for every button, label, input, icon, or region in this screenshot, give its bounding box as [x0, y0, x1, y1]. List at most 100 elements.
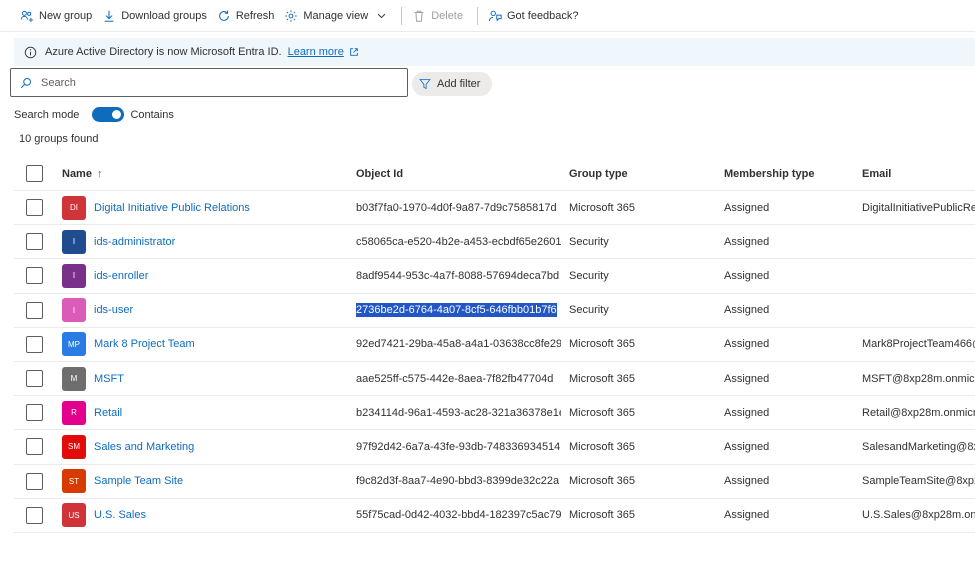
membership-type-cell: Assigned — [724, 372, 770, 385]
membership-type-cell: Assigned — [724, 440, 770, 453]
row-checkbox[interactable] — [26, 472, 43, 490]
group-type-cell: Microsoft 365 — [569, 372, 636, 385]
group-name-link[interactable]: Retail — [94, 407, 122, 419]
group-avatar: US — [62, 503, 86, 528]
learn-more-link[interactable]: Learn more — [288, 46, 344, 58]
new-group-button[interactable]: New group — [18, 4, 98, 28]
select-all-cell — [26, 157, 44, 190]
download-groups-label: Download groups — [121, 9, 207, 22]
group-name-link[interactable]: ids-user — [94, 304, 133, 316]
add-filter-button[interactable]: Add filter — [412, 72, 492, 96]
column-header-email[interactable]: Email — [862, 157, 975, 190]
object-id-text: 92ed7421-29ba-45a8-a4a1-03638cc8fe29 — [356, 338, 561, 351]
group-name-link[interactable]: MSFT — [94, 373, 124, 385]
table-row[interactable]: US U.S. Sales 55f75cad-0d42-4032-bbd4-1823… — [14, 499, 975, 533]
refresh-label: Refresh — [235, 9, 275, 22]
table-row[interactable]: Iids-enroller 8adf9544-953c-4a7f-8088-576… — [14, 259, 975, 294]
email-cell: U.S.Sales@8xp28m.onmic — [862, 509, 975, 522]
table-row[interactable]: MP Mark 8 Project Team 92ed7421-29ba-45a8-… — [14, 328, 975, 362]
object-id-text: f9c82d3f-8aa7-4e90-bbd3-8399de32c22a — [356, 475, 560, 488]
group-type-cell: Microsoft 365 — [569, 406, 636, 419]
table-row[interactable]: DI Digital Initiative Public Relations b03… — [14, 191, 975, 226]
column-header-name[interactable]: Name ↑ — [62, 157, 352, 190]
toolbar-divider — [401, 6, 403, 25]
table-row[interactable]: Iids-administrator c58065ca-e520-4b2e-a45… — [14, 225, 975, 260]
refresh-button[interactable]: Refresh — [215, 4, 281, 28]
select-all-checkbox[interactable] — [26, 165, 43, 182]
command-bar: New group Download groups Refresh Manage… — [0, 0, 975, 32]
row-checkbox[interactable] — [26, 335, 43, 353]
group-name-cell: US U.S. Sales — [62, 499, 352, 532]
table-row[interactable]: Iids-user 2736be2d-6764-4a07-8cf5-646fbb0… — [14, 294, 975, 328]
search-icon — [20, 77, 31, 88]
row-select-cell — [26, 259, 44, 292]
group-name-cell: DI Digital Initiative Public Relations — [62, 191, 352, 224]
object-id-text: 97f92d42-6a7a-43fe-93db-748336934514 — [356, 440, 561, 453]
row-checkbox[interactable] — [26, 267, 43, 285]
row-checkbox[interactable] — [26, 233, 43, 251]
object-id-cell: 97f92d42-6a7a-43fe-93db-748336934514 — [356, 430, 561, 463]
group-avatar: ST — [62, 469, 86, 494]
email-cell: SampleTeamSite@8xp28m — [862, 475, 975, 488]
table-row[interactable]: SM Sales and Marketing 97f92d42-6a7a-43fe-… — [14, 430, 975, 465]
object-id-cell: 92ed7421-29ba-45a8-a4a1-03638cc8fe29 — [356, 328, 561, 361]
table-row[interactable]: ST Sample Team Site f9c82d3f-8aa7-4e90-bbd… — [14, 465, 975, 499]
group-name-link[interactable]: Sales and Marketing — [94, 441, 194, 453]
group-name-link[interactable]: ids-administrator — [94, 236, 175, 248]
group-name-link[interactable]: Sample Team Site — [94, 475, 183, 487]
group-type-cell: Microsoft 365 — [569, 475, 636, 488]
table-row[interactable]: R Retail b234114d-96a1-4593-ac28-321a36378… — [14, 396, 975, 431]
email-cell: Retail@8xp28m.onmicros — [862, 406, 975, 419]
row-select-cell — [26, 396, 44, 429]
download-icon — [104, 10, 114, 22]
feedback-person-icon — [488, 10, 502, 22]
gear-icon — [285, 9, 298, 22]
search-input[interactable] — [41, 76, 381, 89]
row-checkbox[interactable] — [26, 199, 43, 217]
search-box[interactable] — [10, 68, 408, 97]
membership-type-cell: Assigned — [724, 475, 770, 488]
object-id-text: b03f7fa0-1970-4d0f-9a87-7d9c7585817d — [356, 201, 557, 214]
group-avatar: I — [62, 298, 86, 323]
group-name-link[interactable]: Mark 8 Project Team — [94, 338, 195, 350]
group-avatar: I — [62, 263, 86, 288]
delete-label: Delete — [431, 9, 463, 22]
object-id-cell: b03f7fa0-1970-4d0f-9a87-7d9c7585817d — [356, 191, 561, 224]
row-checkbox[interactable] — [26, 370, 43, 388]
download-groups-button[interactable]: Download groups — [100, 4, 213, 28]
trash-icon — [414, 10, 424, 22]
row-checkbox[interactable] — [26, 301, 43, 319]
column-header-membership-type[interactable]: Membership type — [724, 157, 854, 190]
row-select-cell — [26, 294, 44, 327]
group-name-link[interactable]: U.S. Sales — [94, 509, 146, 521]
group-name-cell: SM Sales and Marketing — [62, 430, 352, 463]
group-avatar: SM — [62, 434, 86, 459]
search-mode-toggle[interactable] — [92, 107, 125, 122]
manage-view-button[interactable]: Manage view — [282, 4, 393, 28]
membership-type-cell: Assigned — [724, 269, 770, 282]
table-row[interactable]: M MSFT aae525ff-c575-442e-8aea-7f82fb47704… — [14, 362, 975, 397]
feedback-button[interactable]: Got feedback? — [486, 4, 585, 28]
email-cell: DigitalInitiativePublicRela — [862, 201, 975, 214]
chevron-down-icon — [377, 13, 386, 19]
column-header-group-type[interactable]: Group type — [569, 157, 719, 190]
row-checkbox[interactable] — [26, 438, 43, 456]
group-type-cell: Security — [569, 269, 609, 282]
external-link-icon[interactable] — [349, 47, 359, 57]
row-checkbox[interactable] — [26, 404, 43, 422]
object-id-cell: 8adf9544-953c-4a7f-8088-57694deca7bd — [356, 259, 561, 292]
row-select-cell — [26, 465, 44, 498]
group-type-cell: Security — [569, 304, 609, 317]
group-name-cell: M MSFT — [62, 362, 352, 395]
column-header-object-id[interactable]: Object Id — [356, 157, 561, 190]
delete-button[interactable]: Delete — [410, 4, 469, 28]
people-add-icon — [20, 10, 34, 22]
membership-type-cell: Assigned — [724, 235, 770, 248]
banner-text: Azure Active Directory is now Microsoft … — [45, 46, 282, 58]
group-name-link[interactable]: Digital Initiative Public Relations — [94, 202, 250, 214]
search-mode-label: Search mode — [14, 108, 80, 121]
row-checkbox[interactable] — [26, 506, 43, 524]
group-name-link[interactable]: ids-enroller — [94, 270, 148, 282]
group-type-cell: Microsoft 365 — [569, 440, 636, 453]
row-select-cell — [26, 191, 44, 224]
